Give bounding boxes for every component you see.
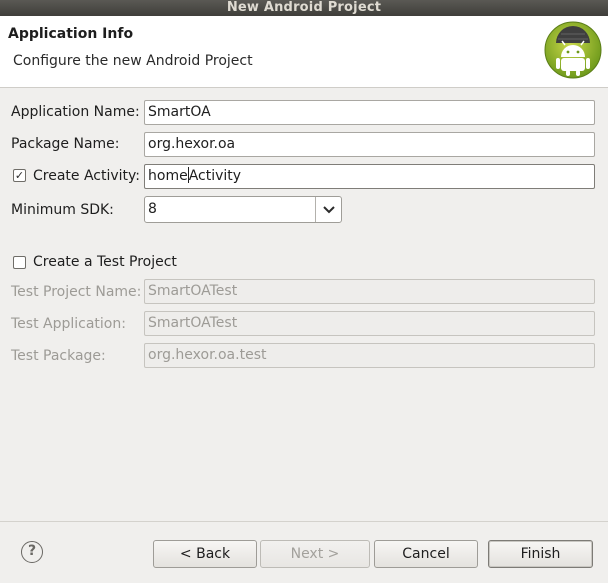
test-package-label: Test Package:: [11, 348, 106, 364]
help-icon[interactable]: ?: [21, 541, 43, 563]
new-android-project-dialog: New Android Project Application Info Con…: [0, 0, 608, 583]
minimum-sdk-label: Minimum SDK:: [11, 202, 114, 218]
test-application-input[interactable]: SmartOATest: [144, 311, 595, 336]
back-button[interactable]: < Back: [153, 540, 257, 568]
create-test-project-label[interactable]: Create a Test Project: [33, 254, 177, 270]
wizard-header: Application Info Configure the new Andro…: [0, 16, 608, 88]
minimum-sdk-combo[interactable]: 8: [144, 196, 342, 223]
application-name-label: Application Name:: [11, 104, 140, 120]
test-package-input[interactable]: org.hexor.oa.test: [144, 343, 595, 368]
application-name-input[interactable]: SmartOA: [144, 100, 595, 125]
cancel-button[interactable]: Cancel: [374, 540, 478, 568]
activity-text-after-caret: Activity: [188, 168, 242, 184]
activity-text-before-caret: home: [148, 168, 188, 184]
next-button[interactable]: Next >: [260, 540, 370, 568]
test-project-name-input[interactable]: SmartOATest: [144, 279, 595, 304]
button-bar-divider: [0, 521, 608, 522]
create-activity-label[interactable]: Create Activity:: [33, 168, 140, 184]
chevron-down-icon[interactable]: [319, 198, 339, 221]
finish-button[interactable]: Finish: [488, 540, 593, 568]
android-robot-icon: [544, 21, 602, 79]
create-test-project-checkbox[interactable]: [13, 256, 26, 269]
package-name-label: Package Name:: [11, 136, 120, 152]
package-name-input[interactable]: org.hexor.oa: [144, 132, 595, 157]
create-activity-input[interactable]: homeActivity: [144, 164, 595, 189]
minimum-sdk-value: 8: [148, 201, 157, 217]
page-title: Application Info: [8, 26, 134, 42]
test-application-label: Test Application:: [11, 316, 126, 332]
window-title: New Android Project: [0, 0, 608, 16]
combo-divider: [315, 197, 316, 222]
page-subtitle: Configure the new Android Project: [13, 53, 253, 69]
test-project-name-label: Test Project Name:: [11, 284, 142, 300]
create-activity-checkbox[interactable]: ✓: [13, 169, 26, 182]
